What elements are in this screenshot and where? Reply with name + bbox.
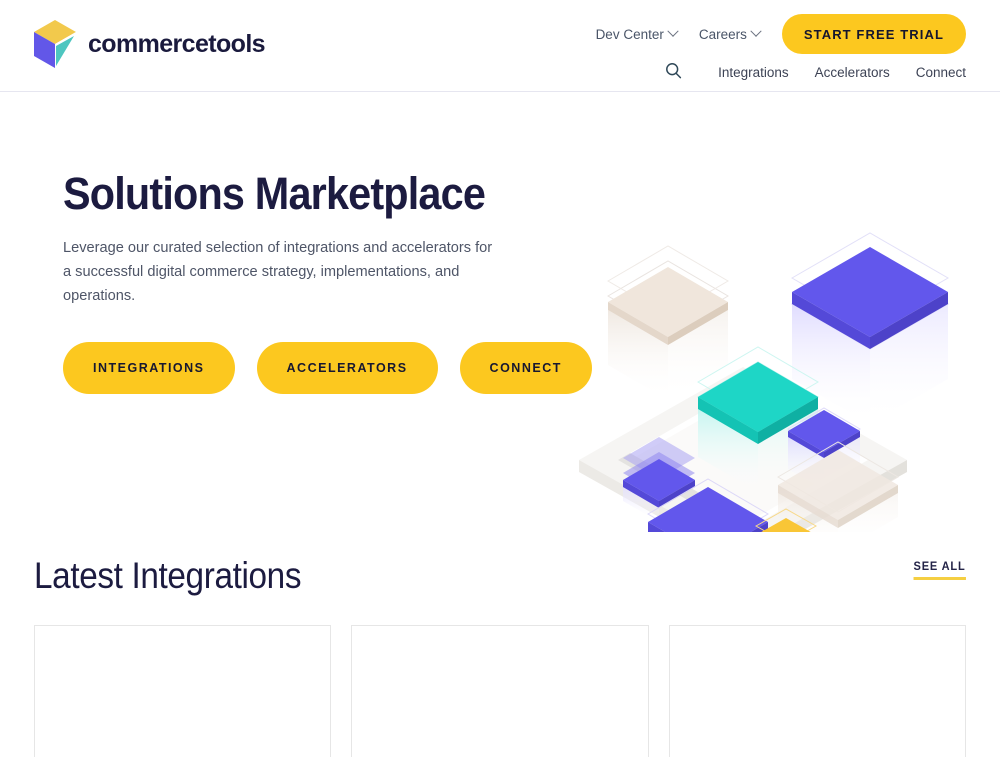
section-title: Latest Integrations — [34, 555, 302, 596]
card-logo-area: manyt ls ™ 7L 7Learnings — [35, 734, 330, 757]
nav-dev-center-label: Dev Center — [595, 26, 664, 42]
nav-careers[interactable]: Careers — [698, 25, 762, 42]
site-header: commercetools Dev Center Careers START F… — [0, 0, 1000, 92]
isometric-platform-illustration — [560, 192, 960, 532]
primary-top-nav: Dev Center Careers START FREE TRIAL — [596, 14, 966, 54]
brand-wordmark: commercetools — [88, 29, 266, 58]
brand-logo-link[interactable]: commercetools — [32, 18, 266, 70]
hero-subtitle: Leverage our curated selection of integr… — [63, 240, 493, 304]
accelerators-button[interactable]: ACCELERATORS — [256, 342, 438, 395]
integration-card[interactable]: adyen — [668, 625, 966, 757]
nav-connect[interactable]: Connect — [916, 65, 966, 80]
hero-section: Solutions Marketplace Leverage our curat… — [0, 92, 1000, 532]
hero-copy: Solutions Marketplace Leverage our curat… — [63, 168, 592, 395]
commercetools-cube-logo — [32, 18, 78, 70]
search-icon — [665, 62, 682, 82]
start-free-trial-button[interactable]: START FREE TRIAL — [781, 14, 966, 54]
hero-button-group: INTEGRATIONS ACCELERATORS CONNECT — [63, 342, 592, 395]
integrations-button[interactable]: INTEGRATIONS — [63, 342, 235, 395]
see-all-link[interactable]: SEE ALL — [913, 559, 966, 580]
section-header: Latest Integrations SEE ALL — [34, 532, 966, 602]
card-logo-area: adyen — [670, 734, 965, 757]
latest-integrations-section: Latest Integrations SEE ALL manyt ls ™ 7… — [0, 532, 1000, 757]
secondary-nav: Integrations Accelerators Connect — [665, 62, 966, 82]
chevron-down-icon — [750, 25, 762, 37]
nav-accelerators[interactable]: Accelerators — [815, 65, 890, 80]
integration-card[interactable]: Acquia — [351, 625, 649, 757]
chevron-down-icon — [667, 25, 679, 37]
nav-dev-center[interactable]: Dev Center — [595, 25, 679, 42]
integration-card-grid: manyt ls ™ 7L 7Learnings Acquia ady — [34, 625, 966, 757]
search-button[interactable] — [665, 62, 682, 82]
card-logo-area: Acquia — [352, 734, 647, 757]
nav-integrations[interactable]: Integrations — [718, 65, 789, 80]
integration-card[interactable]: manyt ls ™ 7L 7Learnings — [34, 625, 332, 757]
nav-careers-label: Careers — [698, 26, 747, 42]
page-title: Solutions Marketplace — [63, 168, 486, 219]
